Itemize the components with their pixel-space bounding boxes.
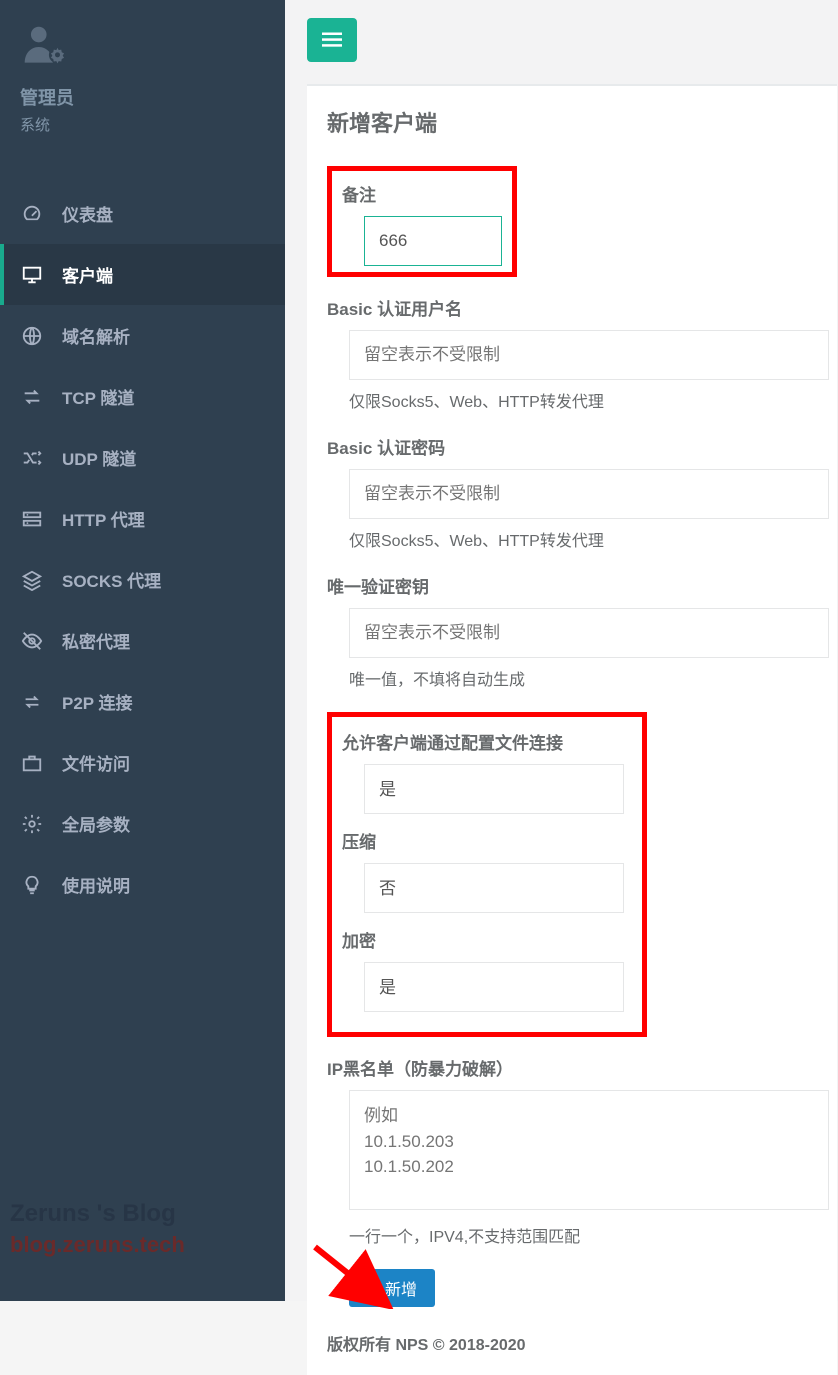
basic-pass-input[interactable]: [349, 469, 829, 519]
nav-label: UDP 隧道: [62, 445, 136, 470]
nav-label: TCP 隧道: [62, 384, 134, 409]
nav-label: 全局参数: [62, 811, 130, 836]
remark-highlight: 备注: [327, 166, 517, 277]
dashboard-icon: [20, 202, 44, 226]
submit-row: 新增: [327, 1269, 837, 1307]
allow-conf-select[interactable]: 是: [364, 764, 624, 814]
globe-icon: [20, 324, 44, 348]
submit-label: 新增: [385, 1276, 417, 1300]
remark-label: 备注: [342, 181, 502, 206]
basic-pass-help: 仅限Socks5、Web、HTTP转发代理: [327, 527, 837, 551]
nav-tcp[interactable]: TCP 隧道: [0, 366, 285, 427]
nav-p2p[interactable]: P2P 连接: [0, 671, 285, 732]
sidebar: 管理员 系统 仪表盘 客户端 域名解析 TCP 隧道: [0, 0, 285, 1301]
panel-title: 新增客户端: [327, 106, 837, 138]
nav-socks[interactable]: SOCKS 代理: [0, 549, 285, 610]
crypt-select[interactable]: 是: [364, 962, 624, 1012]
compress-label: 压缩: [342, 828, 632, 853]
nav-global[interactable]: 全局参数: [0, 793, 285, 854]
nav-label: 使用说明: [62, 872, 130, 897]
nav-secret[interactable]: 私密代理: [0, 610, 285, 671]
nav-client[interactable]: 客户端: [0, 244, 285, 305]
crypt-label: 加密: [342, 927, 632, 952]
allow-conf-label: 允许客户端通过配置文件连接: [342, 729, 632, 754]
nav-help[interactable]: 使用说明: [0, 854, 285, 915]
basic-pass-label: Basic 认证密码: [327, 434, 837, 459]
exchange-icon: [20, 385, 44, 409]
hamburger-icon: [322, 32, 342, 48]
swap-icon: [20, 690, 44, 714]
basic-pass-group: Basic 认证密码 仅限Socks5、Web、HTTP转发代理: [327, 434, 837, 551]
main-content: 新增客户端 备注 Basic 认证用户名 仅限Socks5、Web、HTTP转发…: [285, 0, 838, 1301]
nav-label: 仪表盘: [62, 201, 113, 226]
user-role: 系统: [20, 114, 265, 135]
nav-label: 客户端: [62, 262, 113, 287]
options-highlight: 允许客户端通过配置文件连接 是 压缩 否 加密: [327, 712, 647, 1037]
nav-file[interactable]: 文件访问: [0, 732, 285, 793]
vkey-group: 唯一验证密钥 唯一值，不填将自动生成: [327, 573, 837, 690]
vkey-input[interactable]: [349, 608, 829, 658]
lightbulb-icon: [20, 873, 44, 897]
blacklist-label: IP黑名单（防暴力破解）: [327, 1055, 837, 1080]
user-name: 管理员: [20, 84, 265, 110]
monitor-icon: [20, 263, 44, 287]
submit-button[interactable]: 新增: [349, 1269, 435, 1307]
basic-user-group: Basic 认证用户名 仅限Socks5、Web、HTTP转发代理: [327, 295, 837, 412]
nav-label: P2P 连接: [62, 689, 133, 714]
vkey-help: 唯一值，不填将自动生成: [327, 666, 837, 690]
nav-label: HTTP 代理: [62, 506, 145, 531]
menu-toggle-button[interactable]: [307, 18, 357, 62]
form-panel: 新增客户端 备注 Basic 认证用户名 仅限Socks5、Web、HTTP转发…: [307, 84, 837, 1375]
nav-label: SOCKS 代理: [62, 567, 161, 592]
shuffle-icon: [20, 446, 44, 470]
basic-user-input[interactable]: [349, 330, 829, 380]
check-circle-icon: [361, 1279, 379, 1297]
eye-off-icon: [20, 629, 44, 653]
nav-label: 文件访问: [62, 750, 130, 775]
compress-select[interactable]: 否: [364, 863, 624, 913]
nav-label: 域名解析: [62, 323, 130, 348]
nav-domain[interactable]: 域名解析: [0, 305, 285, 366]
nav-udp[interactable]: UDP 隧道: [0, 427, 285, 488]
briefcase-icon: [20, 751, 44, 775]
basic-user-help: 仅限Socks5、Web、HTTP转发代理: [327, 388, 837, 412]
vkey-label: 唯一验证密钥: [327, 573, 837, 598]
footer-copyright: 版权所有 NPS © 2018-2020: [327, 1331, 837, 1355]
remark-input[interactable]: [364, 216, 502, 266]
nav-dashboard[interactable]: 仪表盘: [0, 183, 285, 244]
gear-icon: [20, 812, 44, 836]
user-gear-icon: [20, 22, 70, 72]
layers-icon: [20, 568, 44, 592]
basic-user-label: Basic 认证用户名: [327, 295, 837, 320]
blacklist-textarea[interactable]: [349, 1090, 829, 1210]
blacklist-group: IP黑名单（防暴力破解） 一行一个，IPV4,不支持范围匹配: [327, 1055, 837, 1247]
server-icon: [20, 507, 44, 531]
nav-label: 私密代理: [62, 628, 130, 653]
sidebar-nav: 仪表盘 客户端 域名解析 TCP 隧道 UDP 隧道: [0, 183, 285, 1301]
nav-http[interactable]: HTTP 代理: [0, 488, 285, 549]
blacklist-help: 一行一个，IPV4,不支持范围匹配: [327, 1223, 837, 1247]
sidebar-header: 管理员 系统: [0, 0, 285, 153]
